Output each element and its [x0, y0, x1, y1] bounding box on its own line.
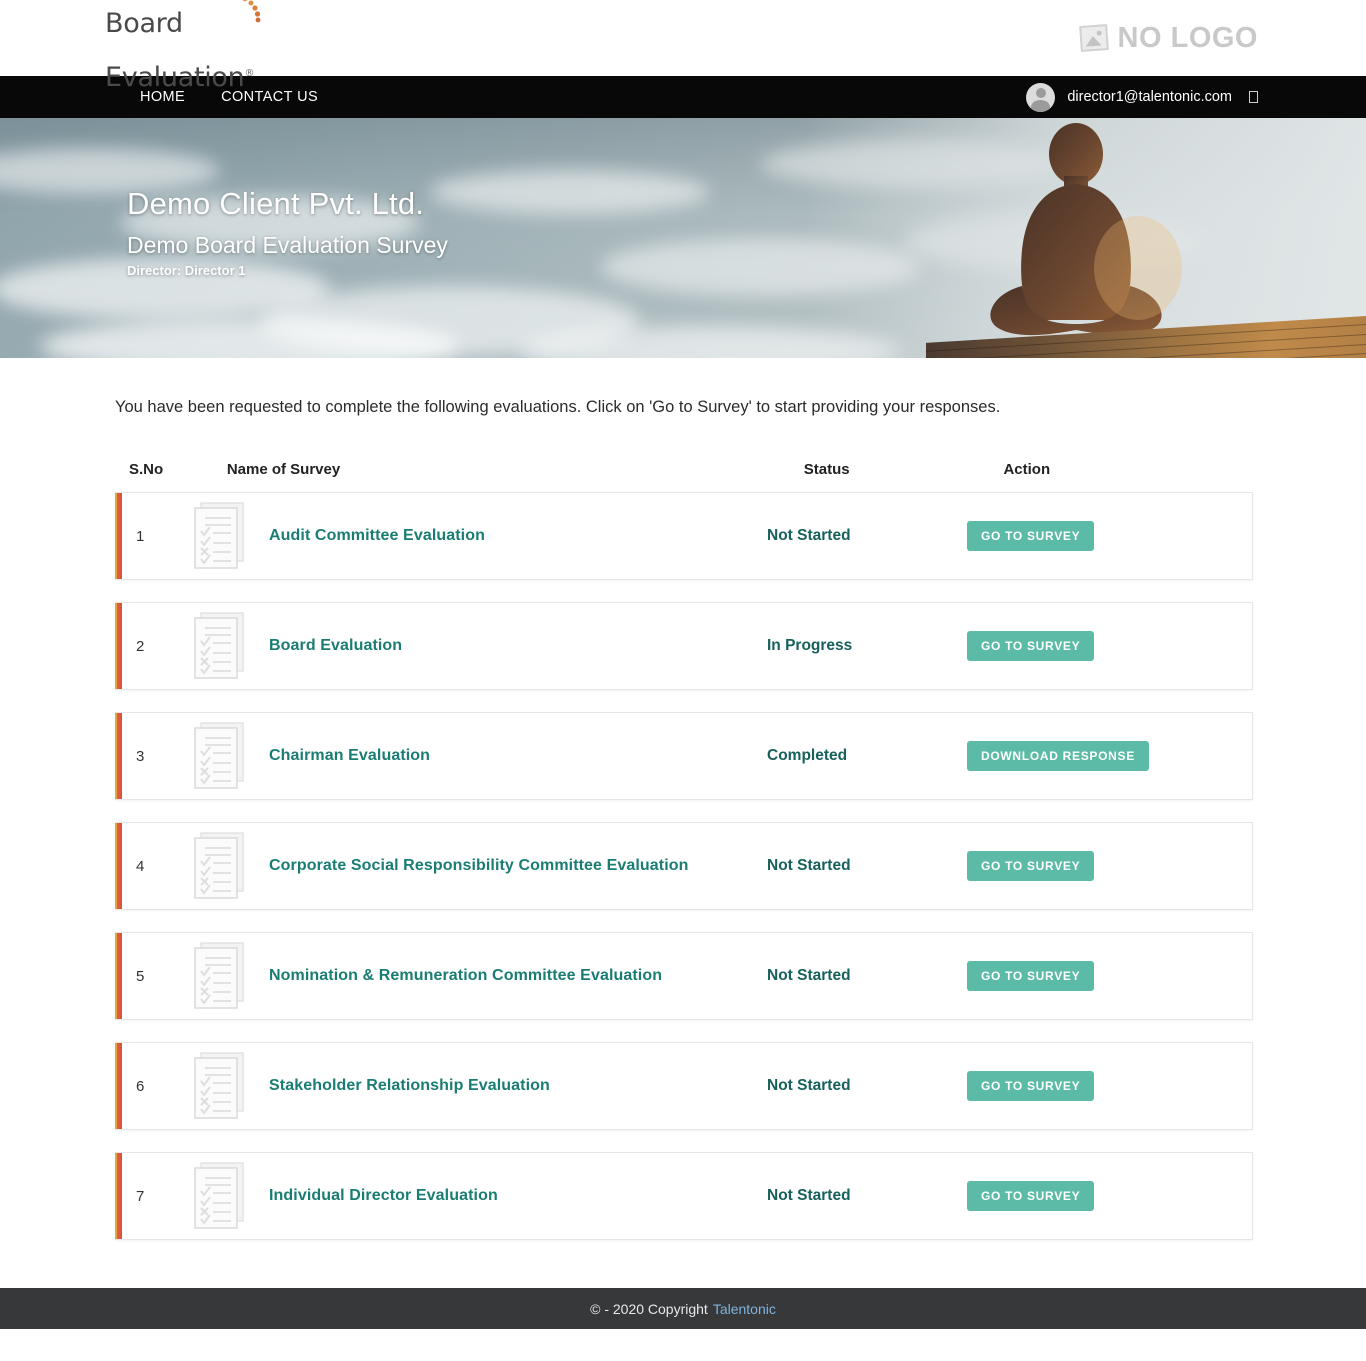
- status-badge: Not Started: [767, 1153, 967, 1239]
- row-accent-bar: [115, 1153, 122, 1239]
- table-header: S.No Name of Survey Status Action: [115, 461, 1253, 492]
- user-menu[interactable]: director1@talentonic.com: [1026, 83, 1258, 112]
- row-accent-bar: [115, 1043, 122, 1129]
- page-footer: © - 2020 Copyright Talentonic: [0, 1288, 1366, 1329]
- checklist-document-icon: [189, 940, 249, 1012]
- status-badge: Not Started: [767, 1043, 967, 1129]
- survey-action-button[interactable]: GO TO SURVEY: [967, 961, 1094, 991]
- status-badge: Not Started: [767, 933, 967, 1019]
- row-name-cell: Chairman Evaluation: [189, 713, 767, 799]
- checklist-document-icon: [189, 940, 249, 1012]
- checklist-document-icon: [189, 1160, 249, 1232]
- survey-name-link[interactable]: Individual Director Evaluation: [269, 1187, 498, 1205]
- logo-bar: Board Evaluation® NO LOGO: [0, 0, 1366, 76]
- director-label: Director: Director 1: [127, 263, 448, 278]
- survey-name-link[interactable]: Corporate Social Responsibility Committe…: [269, 857, 689, 875]
- survey-table-body: 1 Audit Committee EvaluationNot StartedG…: [113, 492, 1253, 1240]
- row-accent-bar: [115, 823, 122, 909]
- survey-name-link[interactable]: Chairman Evaluation: [269, 747, 430, 765]
- checklist-document-icon: [189, 720, 249, 792]
- status-badge: Completed: [767, 713, 967, 799]
- row-action-cell: GO TO SURVEY: [967, 603, 1217, 689]
- no-logo-label: NO LOGO: [1118, 22, 1258, 55]
- row-action-cell: GO TO SURVEY: [967, 933, 1217, 1019]
- status-badge: In Progress: [767, 603, 967, 689]
- row-name-cell: Individual Director Evaluation: [189, 1153, 767, 1239]
- hero-text-block: Demo Client Pvt. Ltd. Demo Board Evaluat…: [127, 186, 448, 278]
- row-action-cell: GO TO SURVEY: [967, 1043, 1217, 1129]
- hero-banner: Demo Client Pvt. Ltd. Demo Board Evaluat…: [0, 118, 1366, 358]
- brand-registered-mark: ®: [244, 68, 254, 79]
- no-logo-placeholder: NO LOGO: [1080, 22, 1258, 55]
- row-action-cell: GO TO SURVEY: [967, 493, 1217, 579]
- image-placeholder-icon: [1079, 24, 1109, 52]
- checklist-document-icon: [189, 720, 249, 792]
- meditating-man-illustration: [926, 118, 1226, 358]
- table-row: 2 Board EvaluationIn ProgressGO TO SURVE…: [115, 602, 1253, 690]
- status-badge: Not Started: [767, 493, 967, 579]
- checklist-document-icon: [189, 830, 249, 902]
- checklist-document-icon: [189, 610, 249, 682]
- row-accent-bar: [115, 713, 122, 799]
- survey-action-button[interactable]: GO TO SURVEY: [967, 521, 1094, 551]
- row-name-cell: Nomination & Remuneration Committee Eval…: [189, 933, 767, 1019]
- survey-name-link[interactable]: Stakeholder Relationship Evaluation: [269, 1077, 550, 1095]
- status-badge: Not Started: [767, 823, 967, 909]
- survey-action-button[interactable]: GO TO SURVEY: [967, 851, 1094, 881]
- checklist-document-icon: [189, 830, 249, 902]
- row-name-cell: Corporate Social Responsibility Committe…: [189, 823, 767, 909]
- brand-line-2: Evaluation: [105, 62, 244, 93]
- column-header-name: Name of Survey: [227, 461, 804, 478]
- checklist-document-icon: [189, 1160, 249, 1232]
- table-row: 7 Individual Director EvaluationNot Star…: [115, 1152, 1253, 1240]
- talentonic-link[interactable]: Talentonic: [713, 1301, 776, 1317]
- row-name-cell: Board Evaluation: [189, 603, 767, 689]
- checklist-document-icon: [189, 1050, 249, 1122]
- table-row: 1 Audit Committee EvaluationNot StartedG…: [115, 492, 1253, 580]
- column-header-action: Action: [1003, 461, 1253, 478]
- survey-name-link[interactable]: Board Evaluation: [269, 637, 402, 655]
- checklist-document-icon: [189, 610, 249, 682]
- intro-text: You have been requested to complete the …: [115, 398, 1253, 417]
- column-header-status: Status: [804, 461, 1004, 478]
- row-action-cell: GO TO SURVEY: [967, 823, 1217, 909]
- checklist-document-icon: [189, 500, 249, 572]
- copyright-text: © - 2020 Copyright: [590, 1301, 708, 1317]
- avatar-icon: [1026, 83, 1055, 112]
- table-row: 5 Nomination & Remuneration Committee Ev…: [115, 932, 1253, 1020]
- survey-action-button[interactable]: DOWNLOAD RESPONSE: [967, 741, 1149, 771]
- row-action-cell: GO TO SURVEY: [967, 1153, 1217, 1239]
- brand-line-1: Board: [105, 8, 183, 39]
- survey-name-link[interactable]: Audit Committee Evaluation: [269, 527, 485, 545]
- main-content: You have been requested to complete the …: [0, 358, 1366, 1288]
- page-title: Demo Client Pvt. Ltd.: [127, 186, 448, 222]
- content-container: You have been requested to complete the …: [113, 398, 1253, 1240]
- table-row: 4 Corporate Social Responsibility Commit…: [115, 822, 1253, 910]
- row-name-cell: Stakeholder Relationship Evaluation: [189, 1043, 767, 1129]
- row-accent-bar: [115, 603, 122, 689]
- survey-action-button[interactable]: GO TO SURVEY: [967, 631, 1094, 661]
- column-header-sno: S.No: [115, 461, 227, 478]
- survey-action-button[interactable]: GO TO SURVEY: [967, 1071, 1094, 1101]
- checklist-document-icon: [189, 500, 249, 572]
- chevron-down-icon[interactable]: [1249, 91, 1258, 103]
- row-accent-bar: [115, 493, 122, 579]
- user-email-label: director1@talentonic.com: [1067, 89, 1232, 105]
- survey-title: Demo Board Evaluation Survey: [127, 232, 448, 259]
- brand-logo[interactable]: Board Evaluation®: [105, 0, 254, 90]
- row-name-cell: Audit Committee Evaluation: [189, 493, 767, 579]
- row-accent-bar: [115, 933, 122, 1019]
- row-action-cell: DOWNLOAD RESPONSE: [967, 713, 1217, 799]
- survey-action-button[interactable]: GO TO SURVEY: [967, 1181, 1094, 1211]
- survey-name-link[interactable]: Nomination & Remuneration Committee Eval…: [269, 967, 662, 985]
- table-row: 3 Chairman EvaluationCompletedDOWNLOAD R…: [115, 712, 1253, 800]
- page-root: Board Evaluation® NO LOGO HOME CON: [0, 0, 1366, 1329]
- checklist-document-icon: [189, 1050, 249, 1122]
- table-row: 6 Stakeholder Relationship EvaluationNot…: [115, 1042, 1253, 1130]
- swoosh-icon: [210, 0, 284, 24]
